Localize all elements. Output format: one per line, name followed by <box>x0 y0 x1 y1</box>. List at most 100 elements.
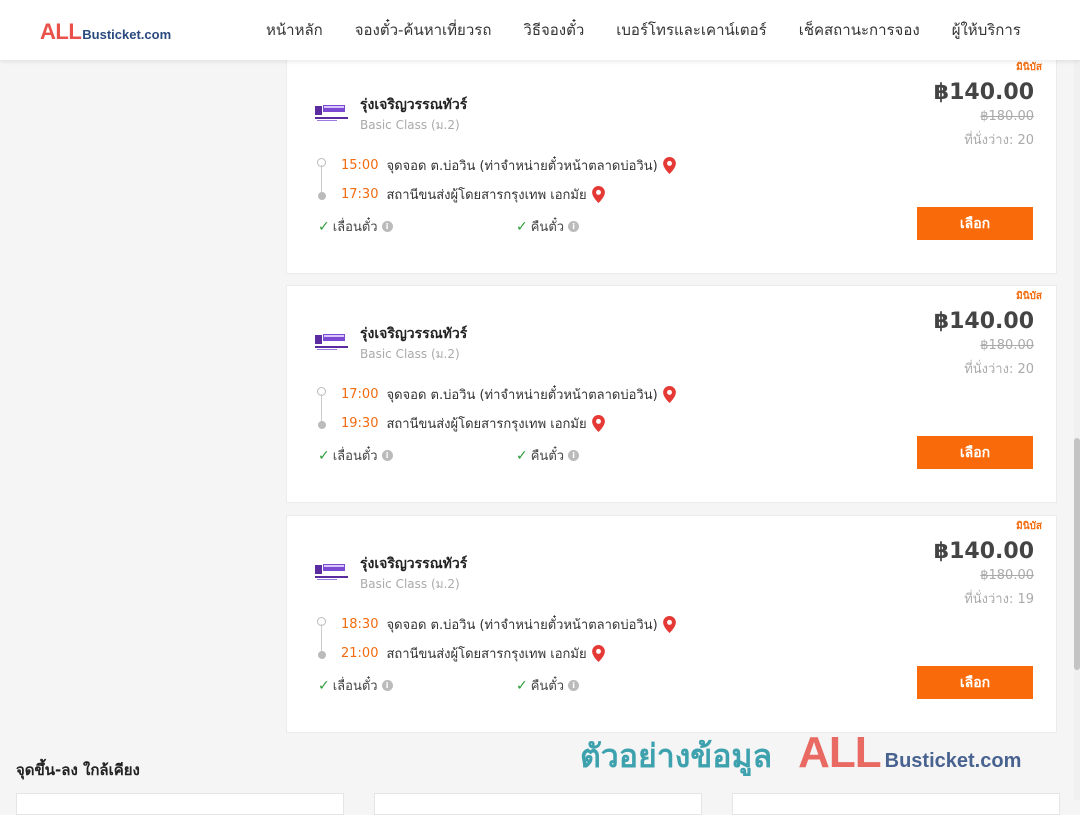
map-pin-icon[interactable] <box>591 186 605 203</box>
original-price: ฿180.00 <box>980 338 1034 353</box>
feature-refund: ✓ คืนตั๋ว i <box>516 216 580 237</box>
bus-type-badge: มินิบัส <box>1016 521 1042 532</box>
nav-how-to-book[interactable]: วิธีจองตั๋ว <box>523 18 584 42</box>
nearby-stop-card[interactable] <box>16 793 344 815</box>
check-icon: ✓ <box>318 677 330 694</box>
logo-busticket-text: Busticket.com <box>82 27 172 42</box>
original-price: ฿180.00 <box>980 568 1034 583</box>
info-icon[interactable]: i <box>568 450 580 461</box>
arrival-stop: 19:30 สถานีขนส่งผู้โดยสารกรุงเทพ เอกมัย <box>341 413 605 434</box>
operator-logo-icon <box>315 105 348 121</box>
site-header: ALL Busticket.com หน้าหลัก จองตั๋ว-ค้นหา… <box>0 0 1080 60</box>
check-icon: ✓ <box>318 447 330 464</box>
original-price: ฿180.00 <box>980 109 1034 124</box>
arrival-stop: 21:00 สถานีขนส่งผู้โดยสารกรุงเทพ เอกมัย <box>341 643 605 664</box>
ticket-price: ฿140.00 <box>933 80 1034 105</box>
watermark-logo-all: ALL <box>798 728 882 777</box>
nav-operators[interactable]: ผู้ให้บริการ <box>952 18 1021 42</box>
departure-place: จุดจอด ต.บ่อวิน (ท่าจำหน่ายตั๋วหน้าตลาดบ… <box>386 159 658 174</box>
map-pin-icon[interactable] <box>591 415 605 432</box>
feature-reschedule: ✓ เลื่อนตั๋ว i <box>318 675 393 696</box>
departure-time: 15:00 <box>341 158 379 173</box>
timeline-line <box>321 394 322 424</box>
feature-refund: ✓ คืนตั๋ว i <box>516 675 580 696</box>
arrival-dot-icon <box>318 651 326 659</box>
nearby-stop-card[interactable] <box>374 793 702 815</box>
info-icon[interactable]: i <box>568 680 580 691</box>
operator-name: รุ่งเจริญวรรณทัวร์ <box>360 97 468 113</box>
departure-stop: 18:30 จุดจอด ต.บ่อวิน (ท่าจำหน่ายตั๋วหน้… <box>341 614 676 635</box>
feature-reschedule: ✓ เลื่อนตั๋ว i <box>318 216 393 237</box>
logo-all-text: ALL <box>40 19 82 44</box>
departure-stop: 17:00 จุดจอด ต.บ่อวิน (ท่าจำหน่ายตั๋วหน้… <box>341 384 676 405</box>
nav-book-search[interactable]: จองตั๋ว-ค้นหาเที่ยวรถ <box>355 18 492 42</box>
arrival-dot-icon <box>318 421 326 429</box>
operator-logo-icon <box>315 564 348 580</box>
nav-home[interactable]: หน้าหลัก <box>266 18 323 42</box>
nearby-stop-card[interactable] <box>732 793 1060 815</box>
nearby-stops-heading: จุดขึ้น-ลง ใกล้เคียง <box>16 761 140 779</box>
trip-card: มินิบัส รุ่งเจริญวรรณทัวร์ Basic Class (… <box>286 285 1057 503</box>
watermark-text: ตัวอย่างข้อมูล <box>580 737 773 775</box>
feature-label: เลื่อนตั๋ว <box>332 679 378 694</box>
ticket-price: ฿140.00 <box>933 309 1034 334</box>
feature-refund: ✓ คืนตั๋ว i <box>516 445 580 466</box>
select-trip-button[interactable]: เลือก <box>917 666 1033 699</box>
operator-name: รุ่งเจริญวรรณทัวร์ <box>360 326 468 342</box>
select-trip-button[interactable]: เลือก <box>917 207 1033 240</box>
arrival-time: 19:30 <box>341 416 379 431</box>
feature-label: คืนตั๋ว <box>530 449 565 464</box>
arrival-place: สถานีขนส่งผู้โดยสารกรุงเทพ เอกมัย <box>386 417 587 432</box>
seats-available: ที่นั่งว่าง: 20 <box>964 133 1034 148</box>
info-icon[interactable]: i <box>381 450 393 461</box>
timeline-line <box>321 624 322 654</box>
bus-class: Basic Class (ม.2) <box>360 118 460 132</box>
ticket-price: ฿140.00 <box>933 539 1034 564</box>
feature-label: คืนตั๋ว <box>530 679 565 694</box>
feature-label: เลื่อนตั๋ว <box>332 449 378 464</box>
nav-phone-counters[interactable]: เบอร์โทรและเคาน์เตอร์ <box>616 18 766 42</box>
departure-place: จุดจอด ต.บ่อวิน (ท่าจำหน่ายตั๋วหน้าตลาดบ… <box>386 618 658 633</box>
sample-watermark: ตัวอย่างข้อมูล ALL Busticket.com <box>580 728 1021 782</box>
seats-available: ที่นั่งว่าง: 19 <box>964 592 1034 607</box>
check-icon: ✓ <box>318 218 330 235</box>
arrival-place: สถานีขนส่งผู้โดยสารกรุงเทพ เอกมัย <box>386 188 587 203</box>
nav-booking-status[interactable]: เช็คสถานะการจอง <box>799 18 920 42</box>
scrollbar-thumb[interactable] <box>1074 438 1080 670</box>
info-icon[interactable]: i <box>381 680 393 691</box>
check-icon: ✓ <box>516 677 528 694</box>
departure-time: 18:30 <box>341 617 379 632</box>
feature-label: เลื่อนตั๋ว <box>332 220 378 235</box>
trip-card: มินิบัส รุ่งเจริญวรรณทัวร์ Basic Class (… <box>286 515 1057 733</box>
select-trip-button[interactable]: เลือก <box>917 436 1033 469</box>
map-pin-icon[interactable] <box>662 616 676 633</box>
bus-type-badge: มินิบัส <box>1016 291 1042 302</box>
operator-name: รุ่งเจริญวรรณทัวร์ <box>360 556 468 572</box>
check-icon: ✓ <box>516 218 528 235</box>
seats-available: ที่นั่งว่าง: 20 <box>964 362 1034 377</box>
arrival-stop: 17:30 สถานีขนส่งผู้โดยสารกรุงเทพ เอกมัย <box>341 184 605 205</box>
site-logo[interactable]: ALL Busticket.com <box>40 19 171 45</box>
departure-time: 17:00 <box>341 387 379 402</box>
map-pin-icon[interactable] <box>662 157 676 174</box>
map-pin-icon[interactable] <box>591 645 605 662</box>
check-icon: ✓ <box>516 447 528 464</box>
arrival-place: สถานีขนส่งผู้โดยสารกรุงเทพ เอกมัย <box>386 647 587 662</box>
main-nav: หน้าหลัก จองตั๋ว-ค้นหาเที่ยวรถ วิธีจองตั… <box>250 0 1037 60</box>
info-icon[interactable]: i <box>381 221 393 232</box>
timeline-line <box>321 165 322 195</box>
departure-place: จุดจอด ต.บ่อวิน (ท่าจำหน่ายตั๋วหน้าตลาดบ… <box>386 388 658 403</box>
bus-class: Basic Class (ม.2) <box>360 347 460 361</box>
watermark-logo-rest: Busticket.com <box>884 750 1022 772</box>
departure-stop: 15:00 จุดจอด ต.บ่อวิน (ท่าจำหน่ายตั๋วหน้… <box>341 155 676 176</box>
arrival-time: 21:00 <box>341 646 379 661</box>
operator-logo-icon <box>315 334 348 350</box>
feature-reschedule: ✓ เลื่อนตั๋ว i <box>318 445 393 466</box>
arrival-dot-icon <box>318 192 326 200</box>
map-pin-icon[interactable] <box>662 386 676 403</box>
feature-label: คืนตั๋ว <box>530 220 565 235</box>
info-icon[interactable]: i <box>568 221 580 232</box>
bus-type-badge: มินิบัส <box>1016 62 1042 73</box>
page-scrollbar[interactable] <box>1074 60 1080 800</box>
trip-card: มินิบัส รุ่งเจริญวรรณทัวร์ Basic Class (… <box>286 56 1057 274</box>
